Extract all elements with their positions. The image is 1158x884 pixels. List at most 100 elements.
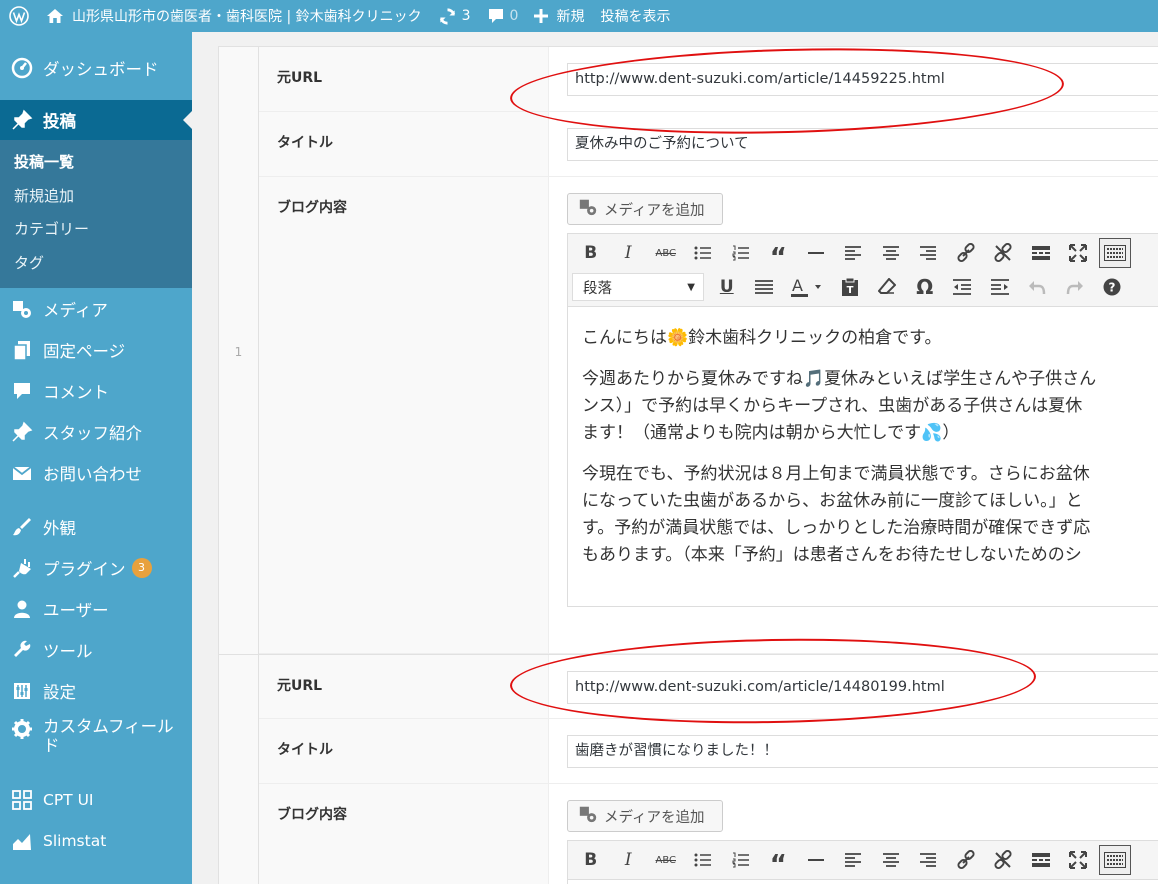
strikethrough-icon[interactable]: ABC [647, 238, 685, 268]
paste-as-text-icon[interactable]: T [831, 272, 869, 302]
title-input[interactable]: 歯磨きが習慣になりました！！ [567, 735, 1158, 768]
indent-icon[interactable] [981, 272, 1019, 302]
add-media-button[interactable]: メディアを追加 [567, 800, 723, 832]
submenu-add-new[interactable]: 新規追加 [0, 180, 192, 214]
read-more-icon[interactable] [1022, 845, 1060, 875]
horizontal-line-icon[interactable] [797, 238, 835, 268]
menu-users[interactable]: ユーザー [0, 588, 192, 629]
row-number-cell [219, 654, 259, 884]
italic-icon[interactable]: I [610, 845, 648, 875]
align-center-icon[interactable] [872, 845, 910, 875]
add-media-button[interactable]: メディアを追加 [567, 193, 723, 225]
blog-content-wrap: メディアを追加 B I ABC [549, 177, 1158, 653]
menu-plugins[interactable]: プラグイン 3 [0, 547, 192, 588]
updates-count: 3 [461, 8, 471, 24]
paragraph-format-select[interactable]: 段落 ▼ [572, 273, 704, 301]
strikethrough-icon[interactable]: ABC [647, 845, 685, 875]
underline-icon[interactable]: U [708, 272, 746, 302]
toolbar-row-2: 段落 ▼ U A T Ω ? [572, 270, 1158, 304]
align-right-icon[interactable] [910, 238, 948, 268]
editor-content-area[interactable]: こんにちは🌼鈴木歯科クリニックの柏倉です。 今週あたりから夏休みですね🎵夏休みと… [568, 307, 1158, 606]
bold-icon[interactable]: B [572, 845, 610, 875]
menu-pages[interactable]: 固定ページ [0, 329, 192, 370]
media-icon [578, 804, 604, 828]
remove-link-icon[interactable] [985, 845, 1023, 875]
insert-link-icon[interactable] [947, 238, 985, 268]
menu-custom-fields[interactable]: カスタムフィールド [0, 711, 192, 765]
outdent-icon[interactable] [944, 272, 982, 302]
align-left-icon[interactable] [835, 238, 873, 268]
menu-settings[interactable]: 設定 [0, 670, 192, 711]
toolbar-toggle-icon[interactable] [1099, 238, 1131, 268]
menu-dashboard-label: ダッシュボード [43, 59, 159, 79]
redo-icon[interactable] [1056, 272, 1094, 302]
numbered-list-icon[interactable] [722, 238, 760, 268]
blockquote-icon[interactable]: “ [760, 845, 798, 880]
menu-slimstat[interactable]: Slimstat [0, 820, 192, 861]
submenu-all-posts[interactable]: 投稿一覧 [0, 146, 192, 180]
menu-comments[interactable]: コメント [0, 370, 192, 411]
align-center-icon[interactable] [872, 238, 910, 268]
pushpin-icon [10, 108, 34, 132]
row-number: 1 [234, 345, 243, 359]
content-paragraph: こんにちは🌼鈴木歯科クリニックの柏倉です。 [582, 328, 942, 348]
text-color-icon[interactable]: A [783, 272, 831, 302]
menu-comments-label: コメント [43, 382, 109, 402]
blockquote-icon[interactable]: “ [760, 238, 798, 273]
content-line: 今週あたりから夏休みですね🎵夏休みといえば学生さんや子供さん [582, 369, 1097, 389]
align-right-icon[interactable] [910, 845, 948, 875]
menu-posts[interactable]: 投稿 [0, 100, 192, 140]
wordpress-logo-icon[interactable] [0, 0, 38, 32]
dashboard-gauge-icon [10, 56, 34, 80]
comments-link[interactable]: 0 [479, 0, 527, 32]
menu-contact[interactable]: お問い合わせ [0, 452, 192, 493]
clear-formatting-icon[interactable] [869, 272, 907, 302]
special-character-icon[interactable]: Ω [906, 272, 944, 302]
bold-icon[interactable]: B [572, 238, 610, 268]
main-content: 1 元URL http://www.dent-suzuki.com/articl… [192, 32, 1158, 884]
submenu-categories[interactable]: カテゴリー [0, 213, 192, 247]
svg-text:T: T [846, 285, 853, 296]
undo-icon[interactable] [1019, 272, 1057, 302]
remove-link-icon[interactable] [985, 238, 1023, 268]
row-number-cell: 1 [219, 47, 259, 654]
menu-cpt-ui[interactable]: CPT UI [0, 779, 192, 820]
site-name-link[interactable]: 山形県山形市の歯医者・歯科医院 | 鈴木歯科クリニック [38, 0, 430, 32]
svg-text:?: ? [1109, 281, 1116, 295]
menu-dashboard[interactable]: ダッシュボード [0, 47, 192, 88]
horizontal-line-icon[interactable] [797, 845, 835, 875]
editor-toolbar: B I ABC “ [568, 234, 1158, 307]
view-post-link[interactable]: 投稿を表示 [592, 0, 678, 32]
menu-staff[interactable]: スタッフ紹介 [0, 411, 192, 452]
help-icon[interactable]: ? [1094, 272, 1132, 302]
submenu-tags[interactable]: タグ [0, 247, 192, 281]
content-line: す。予約が満員状態では、しっかりとした治療時間が確保できず応 [582, 518, 1091, 538]
menu-slimstat-label: Slimstat [43, 831, 107, 850]
menu-cpt-ui-label: CPT UI [43, 790, 94, 809]
toolbar-row-1: B I ABC “ [572, 236, 1158, 273]
comment-icon [10, 379, 34, 403]
align-left-icon[interactable] [835, 845, 873, 875]
read-more-icon[interactable] [1022, 238, 1060, 268]
numbered-list-icon[interactable] [722, 845, 760, 875]
menu-media[interactable]: メディア [0, 288, 192, 329]
italic-icon[interactable]: I [610, 238, 648, 268]
content-paragraph: 今現在でも、予約状況は８月上旬まで満員状態です。さらにお盆休 になっていた虫歯が… [582, 461, 1158, 569]
blog-content-wrap: メディアを追加 B I ABC [549, 784, 1158, 884]
justify-icon[interactable] [746, 272, 784, 302]
content-line: もあります。（本来「予約」は患者さんをお待たせしないためのシ [582, 545, 1082, 565]
bulleted-list-icon[interactable] [685, 238, 723, 268]
insert-link-icon[interactable] [947, 845, 985, 875]
fullscreen-icon[interactable] [1060, 845, 1098, 875]
menu-appearance[interactable]: 外観 [0, 506, 192, 547]
title-input-wrap: 歯磨きが習慣になりました！！ [549, 719, 1158, 783]
fullscreen-icon[interactable] [1060, 238, 1098, 268]
title-input[interactable]: 夏休み中のご予約について [567, 128, 1158, 161]
new-content-link[interactable]: 新規 [526, 0, 592, 32]
updates-link[interactable]: 3 [430, 0, 479, 32]
bulleted-list-icon[interactable] [685, 845, 723, 875]
paintbrush-icon [10, 515, 34, 539]
plug-icon [10, 556, 34, 580]
menu-tools[interactable]: ツール [0, 629, 192, 670]
toolbar-toggle-icon[interactable] [1099, 845, 1131, 875]
